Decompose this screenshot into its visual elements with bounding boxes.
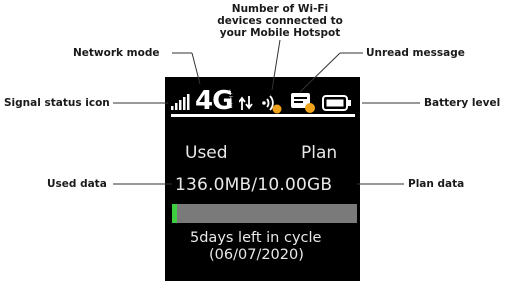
leader-wifi-devices [271,39,281,91]
leader-lines [113,39,420,185]
